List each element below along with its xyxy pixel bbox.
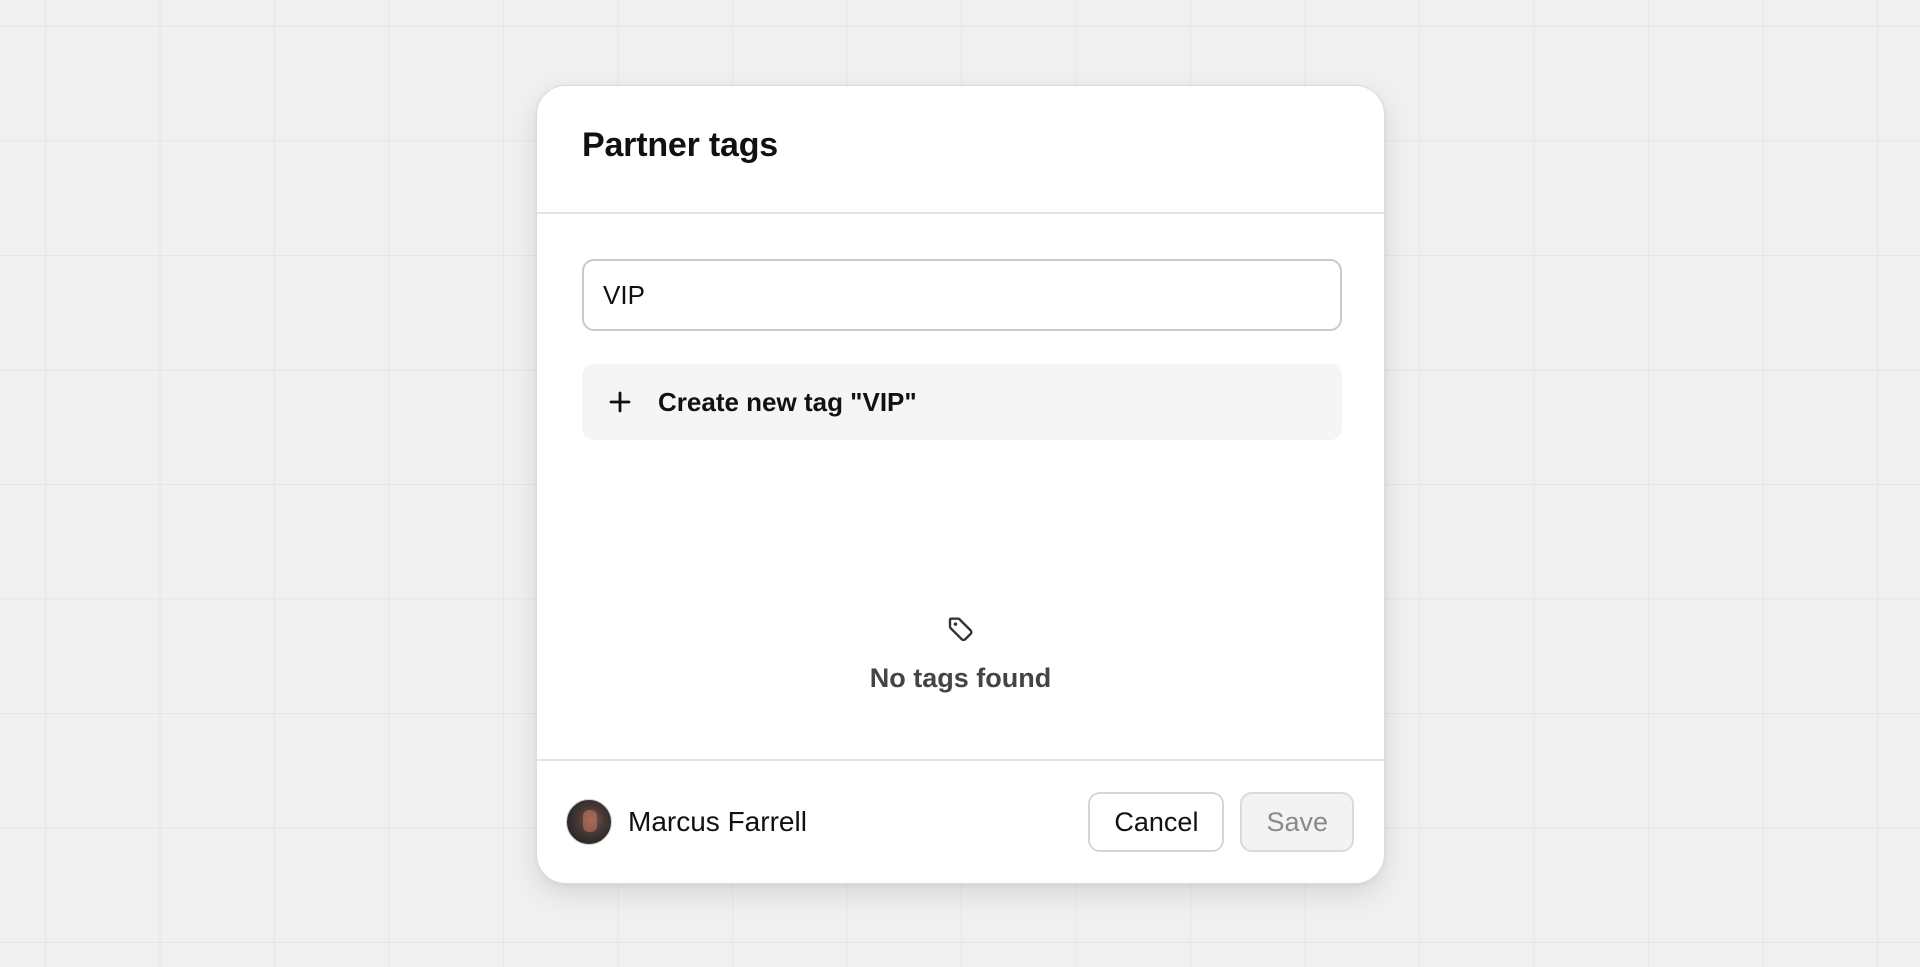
cancel-button[interactable]: Cancel bbox=[1088, 792, 1225, 852]
modal-header: Partner tags bbox=[537, 86, 1384, 214]
plus-icon bbox=[582, 390, 658, 414]
tag-search-input[interactable] bbox=[582, 259, 1342, 331]
modal-body: Create new tag "VIP" No tags found bbox=[537, 214, 1384, 846]
modal-footer: Marcus Farrell Cancel Save bbox=[537, 759, 1384, 883]
create-tag-label: Create new tag "VIP" bbox=[658, 386, 917, 417]
empty-state: No tags found bbox=[537, 614, 1384, 694]
partner-tags-modal: Partner tags Create new tag "VIP" No tag… bbox=[536, 85, 1385, 884]
avatar bbox=[566, 799, 612, 845]
user-name: Marcus Farrell bbox=[628, 806, 807, 837]
create-tag-option[interactable]: Create new tag "VIP" bbox=[582, 364, 1342, 440]
footer-actions: Cancel Save bbox=[1088, 792, 1354, 852]
modal-title: Partner tags bbox=[582, 125, 779, 164]
empty-state-text: No tags found bbox=[869, 663, 1052, 693]
tag-icon bbox=[946, 614, 976, 649]
save-button[interactable]: Save bbox=[1240, 792, 1354, 852]
